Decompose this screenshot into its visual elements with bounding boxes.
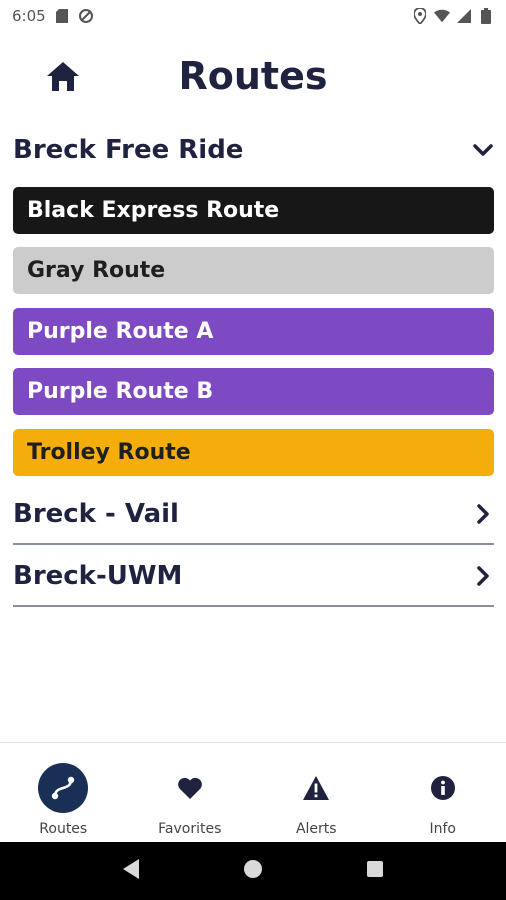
home-system-button[interactable]	[241, 859, 265, 883]
group-title: Breck Free Ride	[13, 135, 244, 165]
group-header-breck-vail[interactable]: Breck - Vail	[13, 494, 494, 534]
group-title: Breck - Vail	[13, 499, 179, 529]
status-bar: 6:05	[0, 0, 506, 32]
nav-item-info[interactable]: Info	[380, 743, 506, 842]
home-circle-icon	[243, 859, 263, 883]
header: Routes	[0, 48, 506, 108]
nav-item-alerts[interactable]: Alerts	[253, 743, 380, 842]
route-label: Black Express Route	[27, 198, 280, 223]
route-label: Purple Route B	[27, 379, 214, 404]
chevron-right-icon	[472, 565, 494, 587]
status-time: 6:05	[12, 7, 46, 25]
recents-button[interactable]	[363, 859, 387, 883]
signal-icon	[456, 8, 472, 24]
bottom-nav: Routes Favorites Alerts Info	[0, 742, 506, 842]
divider	[13, 605, 494, 607]
nav-item-favorites[interactable]: Favorites	[127, 743, 254, 842]
system-nav-bar	[0, 842, 506, 900]
page-title: Routes	[178, 54, 328, 98]
route-label: Trolley Route	[27, 440, 191, 465]
alert-icon	[291, 763, 341, 813]
nav-item-routes[interactable]: Routes	[0, 743, 127, 842]
back-triangle-icon	[121, 858, 141, 884]
group-title: Breck-UWM	[13, 561, 183, 591]
nav-label: Routes	[39, 821, 88, 837]
route-button-trolley[interactable]: Trolley Route	[13, 429, 494, 476]
group-header-breck-uwm[interactable]: Breck-UWM	[13, 556, 494, 596]
chevron-down-icon	[472, 139, 494, 161]
group-header-breck-free-ride[interactable]: Breck Free Ride	[13, 132, 494, 168]
wifi-icon	[434, 8, 450, 24]
location-icon	[412, 8, 428, 24]
recents-square-icon	[366, 860, 384, 882]
divider	[13, 543, 494, 545]
sd-card-icon	[54, 8, 70, 24]
heart-icon	[165, 763, 215, 813]
nav-label: Alerts	[295, 821, 337, 837]
nav-label: Info	[429, 821, 457, 837]
route-label: Purple Route A	[27, 319, 214, 344]
nav-label: Favorites	[158, 821, 222, 837]
route-button-black-express[interactable]: Black Express Route	[13, 187, 494, 234]
data-saver-icon	[78, 8, 94, 24]
route-label: Gray Route	[27, 258, 166, 283]
back-button[interactable]	[119, 859, 143, 883]
route-button-purple-a[interactable]: Purple Route A	[13, 308, 494, 355]
chevron-right-icon	[472, 503, 494, 525]
route-button-purple-b[interactable]: Purple Route B	[13, 368, 494, 415]
route-icon	[38, 763, 89, 813]
battery-icon	[478, 8, 494, 24]
info-icon	[418, 763, 468, 813]
route-button-gray[interactable]: Gray Route	[13, 247, 494, 294]
